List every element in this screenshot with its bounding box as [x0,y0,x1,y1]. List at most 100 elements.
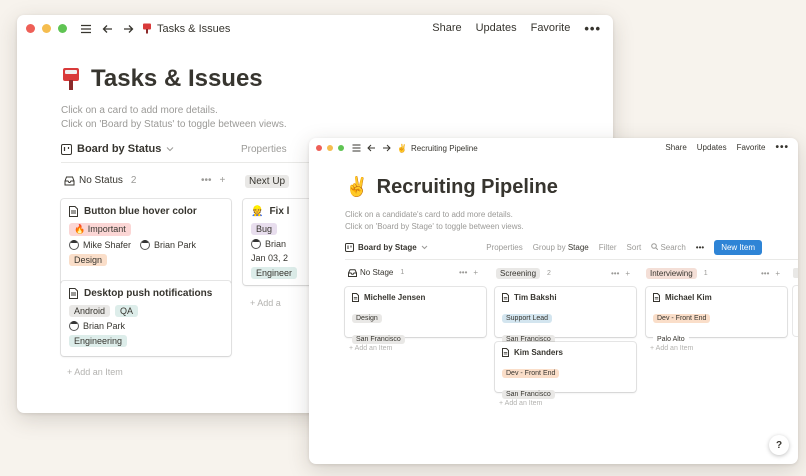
updates-button[interactable]: Updates [476,22,517,34]
maximize-window-button[interactable] [58,24,67,33]
category-tag: Engineering [69,335,128,347]
add-item-button[interactable]: + Add an Item [67,367,123,377]
sidebar-menu-icon[interactable] [352,144,361,152]
breadcrumb-title: Tasks & Issues [157,22,231,35]
window-controls [316,145,344,151]
toolbar-more-button[interactable]: ••• [696,243,704,252]
role-tag: Support Lead [502,314,553,323]
bug-tag: Bug [251,223,278,235]
candidate-name: Kim Sanders [514,348,563,357]
column-count: 2 [130,175,137,186]
description-line: Click on 'Board by Stage' to toggle betw… [345,222,524,231]
share-button[interactable]: Share [665,143,686,152]
qa-tag: QA [115,305,139,317]
avatar [69,240,79,250]
assignee-name: Mike Shafer [83,240,132,250]
task-card[interactable]: Desktop push notifications Android QA Br… [61,281,231,356]
updates-button[interactable]: Updates [697,143,727,152]
sidebar-menu-icon[interactable] [80,24,92,34]
card-title: Desktop push notifications [84,288,213,299]
column-more-button[interactable]: ••• [611,269,619,278]
assignee: Brian [251,239,286,249]
close-window-button[interactable] [316,145,322,151]
add-item-button[interactable]: + Add an Item [650,345,693,352]
candidate-card[interactable]: Kim Sanders Dev - Front End San Francisc… [495,342,636,399]
properties-button[interactable]: Properties [241,144,287,155]
description-line: Click on a card to add more details. [61,105,218,116]
share-button[interactable]: Share [432,22,461,34]
group-by-value: Stage [567,243,589,252]
category-tag: Engineer [251,267,298,279]
candidate-card[interactable]: Michelle Jensen Design San Francisco [345,287,486,344]
back-arrow-icon[interactable] [367,144,376,152]
breadcrumb[interactable]: ✌ Recruiting Pipeline [397,144,478,153]
inbox-icon [64,176,75,185]
platform-tag: Android [69,305,111,317]
add-item-button[interactable]: + Add an Item [349,345,392,352]
minimize-window-button[interactable] [327,145,333,151]
favorite-button[interactable]: Favorite [737,143,766,152]
divider [345,259,798,260]
back-arrow-icon[interactable] [102,24,113,34]
view-switcher[interactable]: Board by Status [61,143,174,155]
column-add-button[interactable]: + [473,268,478,277]
add-item-button[interactable]: + Add an Item [499,400,542,407]
next-card-peek [793,286,798,336]
view-switcher[interactable]: Board by Stage [345,243,428,252]
column-count: 2 [547,270,551,277]
page-title: Tasks & Issues [61,65,263,93]
column-more-button[interactable]: ••• [459,268,467,277]
column-add-button[interactable]: + [625,269,630,278]
document-icon [502,293,509,302]
board-toolbar: Properties Group by Stage Filter Sort Se… [486,240,762,255]
new-item-button[interactable]: New Item [714,240,762,255]
maximize-window-button[interactable] [338,145,344,151]
column-add-button[interactable]: + [220,175,226,186]
role-tag: Dev - Front End [502,369,560,378]
column-title: No Stage [360,268,394,277]
document-icon [502,348,509,357]
properties-button[interactable]: Properties [486,243,522,252]
candidate-card[interactable]: Tim Bakshi Support Lead San Francisco [495,287,636,344]
group-by-button[interactable]: Group by Stage [533,243,589,252]
more-options-button[interactable]: ••• [584,22,601,35]
chevron-down-icon [167,147,174,152]
search-label: Search [660,243,686,252]
filter-button[interactable]: Filter [599,243,617,252]
sort-button[interactable]: Sort [627,243,642,252]
column-header-next-up: Next Up [245,175,290,188]
candidate-card[interactable]: Michael Kim Dev - Front End Palo Alto [646,287,787,344]
column-header-no-status: No Status 2 ••• + [64,175,225,186]
document-icon [69,206,78,217]
breadcrumb[interactable]: Tasks & Issues [142,23,230,35]
minimize-window-button[interactable] [42,24,51,33]
page-description: Click on a candidate's card to add more … [345,209,524,233]
column-title: Interviewing [646,268,697,279]
column-header-screening: Screening 2 ••• + [496,268,630,279]
column-add-button[interactable]: + [775,269,780,278]
view-label: Board by Stage [358,243,417,252]
assignee-name: Brian [265,239,287,249]
role-tag: Design [352,314,382,323]
column-more-button[interactable]: ••• [201,175,212,186]
forward-arrow-icon[interactable] [382,144,391,152]
avatar [69,321,79,331]
column-count: 1 [400,269,405,276]
column-header-no-stage: No Stage 1 ••• + [348,268,478,277]
add-item-button[interactable]: + Add a [250,298,281,308]
help-button[interactable]: ? [769,435,789,455]
description-line: Click on 'Board by Status' to toggle bet… [61,119,287,130]
mailbox-icon [143,23,151,34]
more-options-button[interactable]: ••• [775,142,789,152]
window-titlebar: ✌ Recruiting Pipeline Share Updates Favo… [309,138,798,158]
forward-arrow-icon[interactable] [123,24,134,34]
page-title: ✌ Recruiting Pipeline [345,175,558,199]
favorite-button[interactable]: Favorite [531,22,571,34]
victory-hand-icon: ✌ [345,177,369,198]
due-date: Jan 03, 2 [251,253,289,263]
column-more-button[interactable]: ••• [761,269,769,278]
document-icon [653,293,660,302]
task-card[interactable]: Button blue hover color 🔥 Important Mike… [61,199,231,284]
close-window-button[interactable] [26,24,35,33]
search-button[interactable]: Search [651,243,686,252]
